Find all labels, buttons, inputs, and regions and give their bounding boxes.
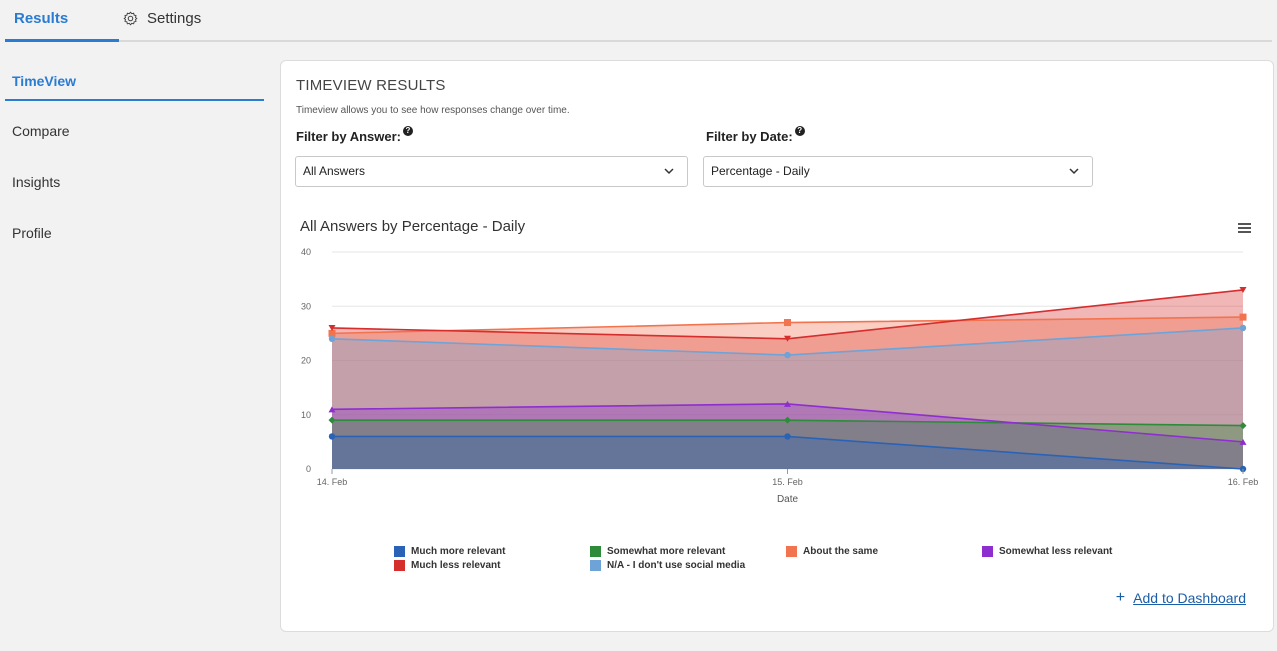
chevron-down-icon <box>664 168 674 175</box>
tab-settings[interactable]: Settings <box>123 10 201 27</box>
data-point <box>784 351 791 359</box>
chart-title: All Answers by Percentage - Daily <box>300 218 526 235</box>
legend-label: N/A - I don't use social media <box>607 560 746 571</box>
data-point <box>1239 324 1247 332</box>
data-point <box>328 433 336 440</box>
legend-item[interactable]: About the same <box>786 546 878 557</box>
help-icon[interactable]: ? <box>794 126 805 136</box>
data-point <box>784 319 791 327</box>
help-icon[interactable]: ? <box>402 126 413 136</box>
legend-item[interactable]: Somewhat less relevant <box>982 546 1112 557</box>
legend-item[interactable]: Much more relevant <box>394 546 505 557</box>
tab-settings-label: Settings <box>147 10 202 27</box>
y-tick-label: 20 <box>301 356 311 366</box>
sidebar-active-indicator <box>5 99 264 101</box>
x-tick-label: 15. Feb <box>772 477 803 487</box>
legend-swatch <box>590 560 601 571</box>
legend-item[interactable]: N/A - I don't use social media <box>590 560 745 571</box>
y-tick-label: 0 <box>306 464 311 474</box>
legend-swatch <box>394 560 405 571</box>
legend-label: Much less relevant <box>411 560 501 571</box>
x-tick-label: 16. Feb <box>1228 477 1259 487</box>
legend-swatch <box>786 546 797 557</box>
sidebar-item-compare[interactable]: Compare <box>12 123 70 139</box>
legend-swatch <box>394 546 405 557</box>
timeview-card: TIMEVIEW RESULTS Timeview allows you to … <box>280 60 1274 632</box>
gear-icon <box>123 11 138 26</box>
data-point <box>784 433 791 440</box>
filter-date-label: Filter by Date: ? <box>706 126 805 144</box>
area-chart: 0 10 20 30 40 14. Feb 15. Feb 16. Feb Date <box>301 247 1259 505</box>
top-tab-bar: Results Settings <box>5 0 1272 44</box>
legend-label: About the same <box>803 546 879 557</box>
card-title: TIMEVIEW RESULTS <box>296 77 446 94</box>
legend-item[interactable]: Somewhat more relevant <box>590 546 725 557</box>
legend-label: Much more relevant <box>411 546 506 557</box>
legend-label: Somewhat less relevant <box>999 546 1113 557</box>
filter-date-value: Percentage - Daily <box>711 164 810 178</box>
chart-menu-icon[interactable] <box>1238 223 1251 234</box>
card-subtitle: Timeview allows you to see how responses… <box>296 105 570 116</box>
add-to-dashboard-label: Add to Dashboard <box>1133 590 1246 606</box>
x-axis-label: Date <box>777 494 799 505</box>
x-tick-label: 14. Feb <box>317 477 348 487</box>
tab-bar-divider <box>119 40 1272 42</box>
legend-item[interactable]: Much less relevant <box>394 560 500 571</box>
sidebar-item-insights[interactable]: Insights <box>12 174 60 190</box>
legend-label: Somewhat more relevant <box>607 546 726 557</box>
page-body: TimeView Compare Insights Profile TIMEVI… <box>5 44 1274 651</box>
filter-answer-value: All Answers <box>303 164 366 178</box>
filter-answer-select[interactable]: All Answers <box>295 156 688 187</box>
add-to-dashboard-link[interactable]: + Add to Dashboard <box>1116 589 1246 607</box>
active-tab-indicator <box>5 39 119 42</box>
chevron-down-icon <box>1069 168 1079 175</box>
sidebar-item-profile[interactable]: Profile <box>12 225 52 241</box>
filter-date-label-text: Filter by Date: <box>706 129 793 144</box>
tab-results[interactable]: Results <box>14 10 68 27</box>
filter-answer-label-text: Filter by Answer: <box>296 129 401 144</box>
plus-icon: + <box>1115 589 1126 606</box>
legend-swatch <box>982 546 993 557</box>
data-point <box>1239 313 1247 321</box>
y-tick-label: 30 <box>301 301 311 311</box>
y-tick-label: 10 <box>301 410 311 420</box>
data-point <box>328 335 336 342</box>
legend-swatch <box>590 546 601 557</box>
y-tick-label: 40 <box>301 247 311 257</box>
filter-date-select[interactable]: Percentage - Daily <box>703 156 1093 187</box>
sidebar-item-timeview[interactable]: TimeView <box>12 73 76 89</box>
filter-answer-label: Filter by Answer: ? <box>296 126 413 144</box>
